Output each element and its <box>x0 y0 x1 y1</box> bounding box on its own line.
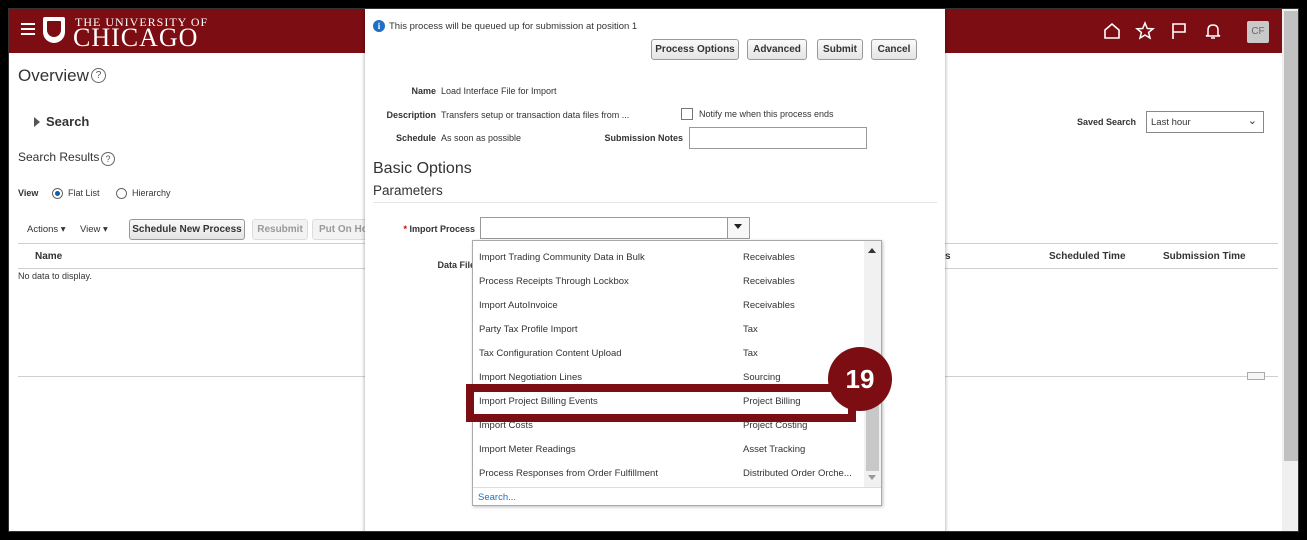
caret-down-icon <box>734 224 742 229</box>
list-item[interactable]: Party Tax Profile Import Tax <box>473 317 863 341</box>
university-crest-logo <box>43 17 65 43</box>
hierarchy-label: Hierarchy <box>132 188 171 198</box>
list-item-category: Sourcing <box>743 372 781 383</box>
list-item-category: Asset Tracking <box>743 444 806 455</box>
list-item-name: Import Negotiation Lines <box>479 372 582 383</box>
star-icon[interactable] <box>1135 21 1155 46</box>
dropdown-button[interactable] <box>727 218 749 238</box>
search-results-title: Search Results <box>18 150 100 164</box>
import-process-list[interactable]: Import Trading Community Data in Bulk Rec… <box>472 240 882 506</box>
actions-label: Actions <box>27 224 59 235</box>
queue-info-text: This process will be queued up for submi… <box>389 21 638 32</box>
list-item-name: Import Meter Readings <box>479 444 576 455</box>
schedule-label: Schedule <box>395 133 436 143</box>
list-item-name: Tax Configuration Content Upload <box>479 348 622 359</box>
schedule-process-dialog: i This process will be queued up for sub… <box>365 9 945 531</box>
parameters-heading: Parameters <box>373 183 443 198</box>
view-label: View <box>18 188 39 198</box>
list-item-name: Party Tax Profile Import <box>479 324 578 335</box>
list-item-name: Process Responses from Order Fulfillment <box>479 468 658 479</box>
home-icon[interactable] <box>1102 21 1122 46</box>
col-header-scheduled-time[interactable]: Scheduled Time <box>1049 251 1126 262</box>
list-item[interactable]: Tax Configuration Content Upload Tax <box>473 341 863 365</box>
col-header-name[interactable]: Name <box>35 251 62 262</box>
list-item-category: Distributed Order Orche... <box>743 468 852 479</box>
required-mark: * <box>403 224 407 234</box>
expand-triangle-icon[interactable] <box>34 117 40 127</box>
process-options-button[interactable]: Process Options <box>651 39 739 60</box>
browser-frame: THE UNIVERSITY OF CHICAGO CF Overview ? … <box>8 8 1299 532</box>
info-icon: i <box>373 20 385 32</box>
notify-checkbox[interactable] <box>681 108 693 120</box>
list-item-category: Receivables <box>743 252 795 263</box>
page-title: Overview <box>18 66 89 85</box>
submission-notes-input[interactable] <box>689 127 867 149</box>
submission-notes-label: Submission Notes <box>604 133 683 143</box>
table-collapse-handle[interactable] <box>1247 372 1265 380</box>
name-value: Load Interface File for Import <box>441 86 557 96</box>
import-process-label-text: Import Process <box>409 224 475 234</box>
actions-menu[interactable]: Actions ▾ <box>27 224 66 235</box>
list-item[interactable]: Process Responses from Order Fulfillment… <box>473 461 863 485</box>
list-item[interactable]: Process Receipts Through Lockbox Receivab… <box>473 269 863 293</box>
list-item-name: Import Trading Community Data in Bulk <box>479 252 645 263</box>
help-icon[interactable]: ? <box>91 68 106 83</box>
import-process-label: * Import Process <box>385 224 475 234</box>
bell-icon[interactable] <box>1203 21 1223 46</box>
col-header-status[interactable]: s <box>945 251 951 262</box>
list-item-name: Process Receipts Through Lockbox <box>479 276 629 287</box>
logo-main-text: CHICAGO <box>73 23 199 52</box>
view-menu[interactable]: View ▾ <box>80 224 108 235</box>
resubmit-button[interactable]: Resubmit <box>252 219 308 240</box>
name-label: Name <box>411 86 436 96</box>
highlight-box <box>466 384 856 422</box>
col-header-submission-time[interactable]: Submission Time <box>1163 251 1246 262</box>
no-data-message: No data to display. <box>18 271 92 281</box>
list-item[interactable]: Import AutoInvoice Receivables <box>473 293 863 317</box>
search-link[interactable]: Search... <box>478 492 516 503</box>
flat-list-label: Flat List <box>68 188 100 198</box>
list-footer-divider <box>473 487 881 488</box>
schedule-new-process-button[interactable]: Schedule New Process <box>129 219 245 240</box>
put-on-hold-button[interactable]: Put On Ho <box>312 219 372 240</box>
list-item-category: Tax <box>743 324 758 335</box>
import-process-select[interactable] <box>480 217 750 239</box>
saved-search-label: Saved Search <box>1077 117 1137 127</box>
hierarchy-radio[interactable] <box>116 188 127 199</box>
flag-icon[interactable] <box>1169 21 1189 46</box>
help-icon[interactable]: ? <box>101 152 115 166</box>
schedule-value: As soon as possible <box>441 133 522 143</box>
scroll-down-icon[interactable] <box>868 475 876 480</box>
view-menu-label: View <box>80 224 101 235</box>
submit-button[interactable]: Submit <box>817 39 863 60</box>
data-file-label: Data File <box>437 260 475 270</box>
list-item[interactable]: Import Trading Community Data in Bulk Rec… <box>473 245 863 269</box>
list-item-category: Tax <box>743 348 758 359</box>
advanced-button[interactable]: Advanced <box>747 39 807 60</box>
list-item[interactable]: Import Meter Readings Asset Tracking <box>473 437 863 461</box>
scroll-up-icon[interactable] <box>868 248 876 253</box>
cancel-button[interactable]: Cancel <box>871 39 917 60</box>
menu-icon[interactable] <box>21 23 35 35</box>
flat-list-radio[interactable] <box>52 188 63 199</box>
notify-label: Notify me when this process ends <box>699 109 834 119</box>
chevron-down-icon: ⌄ <box>1247 115 1257 127</box>
description-value: Transfers setup or transaction data file… <box>441 110 630 120</box>
saved-search-value: Last hour <box>1151 117 1191 128</box>
list-item-category: Receivables <box>743 300 795 311</box>
parameters-divider <box>373 202 937 203</box>
basic-options-heading: Basic Options <box>373 160 472 177</box>
description-label: Description <box>386 110 436 120</box>
user-avatar[interactable]: CF <box>1247 21 1269 43</box>
search-toggle[interactable]: Search <box>46 114 89 129</box>
page-scrollbar-thumb[interactable] <box>1284 11 1298 461</box>
list-item-category: Receivables <box>743 276 795 287</box>
step-number-badge: 19 <box>828 347 892 411</box>
list-item-name: Import AutoInvoice <box>479 300 558 311</box>
saved-search-select[interactable]: Last hour ⌄ <box>1146 111 1264 133</box>
